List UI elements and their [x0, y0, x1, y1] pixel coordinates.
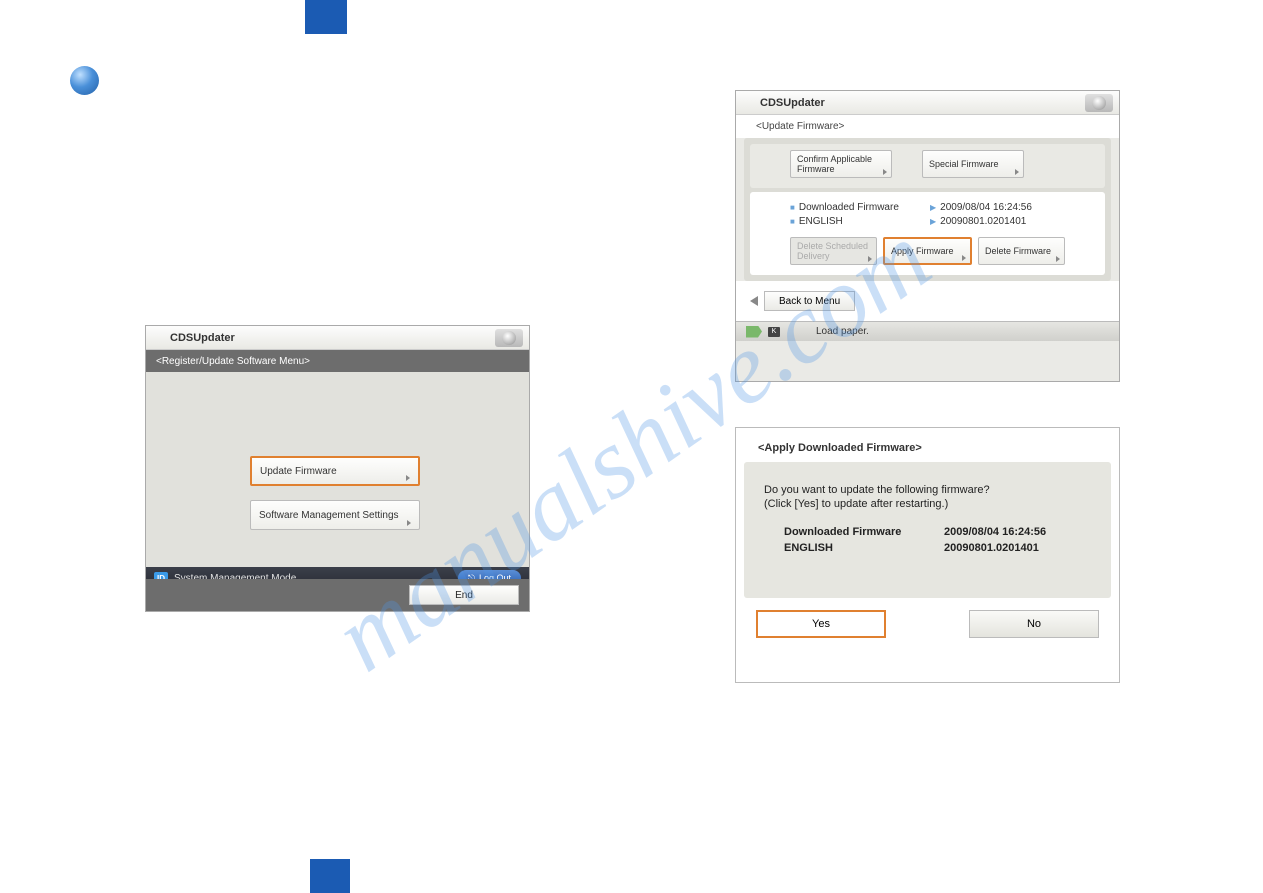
bottom-blue-square — [310, 859, 350, 893]
breadcrumb: <Apply Downloaded Firmware> — [736, 428, 1119, 462]
status-bar: K Load paper. — [736, 321, 1119, 341]
confirm-applicable-firmware-button[interactable]: Confirm Applicable Firmware — [790, 150, 892, 178]
globe-icon[interactable] — [1085, 94, 1113, 112]
blue-sphere-icon — [70, 66, 99, 95]
button-label: Delete Firmware — [985, 246, 1051, 256]
button-label: Software Management Settings — [259, 510, 399, 521]
main-panel: Confirm Applicable Firmware Special Firm… — [744, 138, 1111, 281]
titlebar: CDSUpdater — [736, 91, 1119, 115]
language-label: ENGLISH — [784, 542, 944, 554]
downloaded-firmware-label: Downloaded Firmware — [799, 202, 899, 213]
breadcrumb: <Register/Update Software Menu> — [146, 350, 529, 372]
paper-icon — [746, 326, 762, 338]
firmware-version: 20090801.0201401 — [940, 216, 1026, 227]
status-text: Load paper. — [816, 326, 869, 337]
button-label: Special Firmware — [929, 159, 999, 169]
chevron-right-icon — [868, 256, 872, 262]
breadcrumb: <Update Firmware> — [736, 115, 1119, 138]
button-row: Yes No — [736, 598, 1119, 650]
end-button[interactable]: End — [409, 585, 519, 605]
triangle-icon: ▶ — [930, 217, 936, 226]
delete-firmware-button[interactable]: Delete Firmware — [978, 237, 1065, 265]
screenshot-register-menu: CDSUpdater <Register/Update Software Men… — [145, 325, 530, 612]
software-management-settings-button[interactable]: Software Management Settings — [250, 500, 420, 530]
button-label: Confirm Applicable Firmware — [797, 154, 885, 174]
titlebar: CDSUpdater — [146, 326, 529, 350]
update-firmware-button[interactable]: Update Firmware — [250, 456, 420, 486]
chevron-right-icon — [1015, 169, 1019, 175]
downloaded-firmware-label: Downloaded Firmware — [784, 526, 944, 538]
question-line-1: Do you want to update the following firm… — [764, 484, 1091, 496]
firmware-date: 2009/08/04 16:24:56 — [944, 526, 1046, 538]
top-blue-square — [305, 0, 347, 34]
button-label: Update Firmware — [260, 466, 337, 477]
back-arrow-icon — [750, 296, 758, 306]
k-badge: K — [768, 327, 780, 337]
chevron-right-icon — [1056, 256, 1060, 262]
yes-button[interactable]: Yes — [756, 610, 886, 638]
back-to-menu-button[interactable]: Back to Menu — [764, 291, 855, 311]
button-label: Apply Firmware — [891, 246, 954, 256]
back-row: Back to Menu — [736, 281, 1119, 321]
chevron-right-icon — [406, 475, 410, 481]
bullet-icon: ■ — [790, 217, 795, 226]
firmware-date: 2009/08/04 16:24:56 — [940, 202, 1032, 213]
special-firmware-button[interactable]: Special Firmware — [922, 150, 1024, 178]
triangle-icon: ▶ — [930, 203, 936, 212]
bottom-bar: End — [146, 579, 529, 611]
screenshot-apply-dialog: <Apply Downloaded Firmware> Do you want … — [735, 427, 1120, 683]
delete-scheduled-delivery-button: Delete Scheduled Delivery — [790, 237, 877, 265]
firmware-version: 20090801.0201401 — [944, 542, 1039, 554]
firmware-info: ■ Downloaded Firmware ▶ 2009/08/04 16:24:5… — [750, 192, 1105, 275]
language-label: ENGLISH — [799, 216, 843, 227]
app-title: CDSUpdater — [760, 97, 825, 109]
button-label: Delete Scheduled Delivery — [797, 241, 870, 261]
chevron-right-icon — [883, 169, 887, 175]
question-line-2: (Click [Yes] to update after restarting.… — [764, 498, 1091, 510]
chevron-right-icon — [962, 255, 966, 261]
no-button[interactable]: No — [969, 610, 1099, 638]
screenshot-update-firmware: CDSUpdater <Update Firmware> Confirm App… — [735, 90, 1120, 382]
app-title: CDSUpdater — [170, 332, 235, 344]
chevron-right-icon — [407, 520, 411, 526]
bullet-icon: ■ — [790, 203, 795, 212]
apply-firmware-button[interactable]: Apply Firmware — [883, 237, 972, 265]
globe-icon[interactable] — [495, 329, 523, 347]
dialog-body: Do you want to update the following firm… — [744, 462, 1111, 598]
